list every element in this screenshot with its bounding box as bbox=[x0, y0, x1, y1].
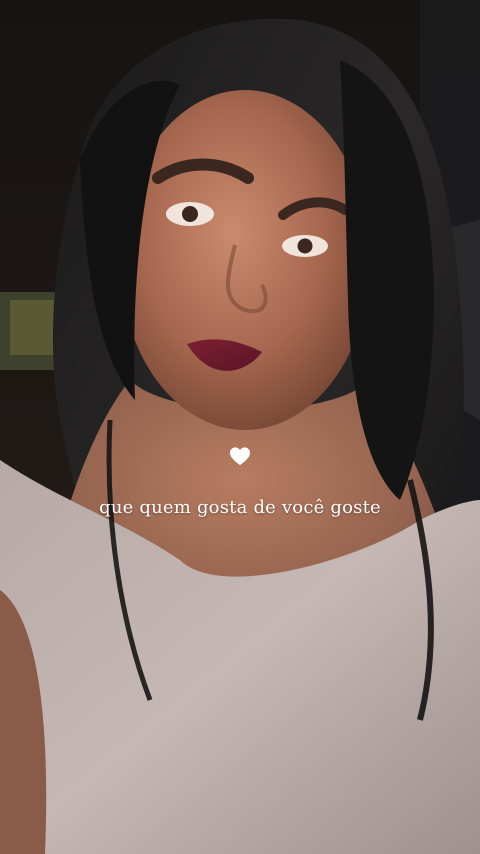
heart-icon bbox=[230, 447, 250, 466]
story-screen: que quem gosta de você goste bbox=[0, 0, 480, 854]
story-caption: que quem gosta de você goste bbox=[99, 497, 381, 518]
selfie-photo bbox=[0, 0, 480, 854]
